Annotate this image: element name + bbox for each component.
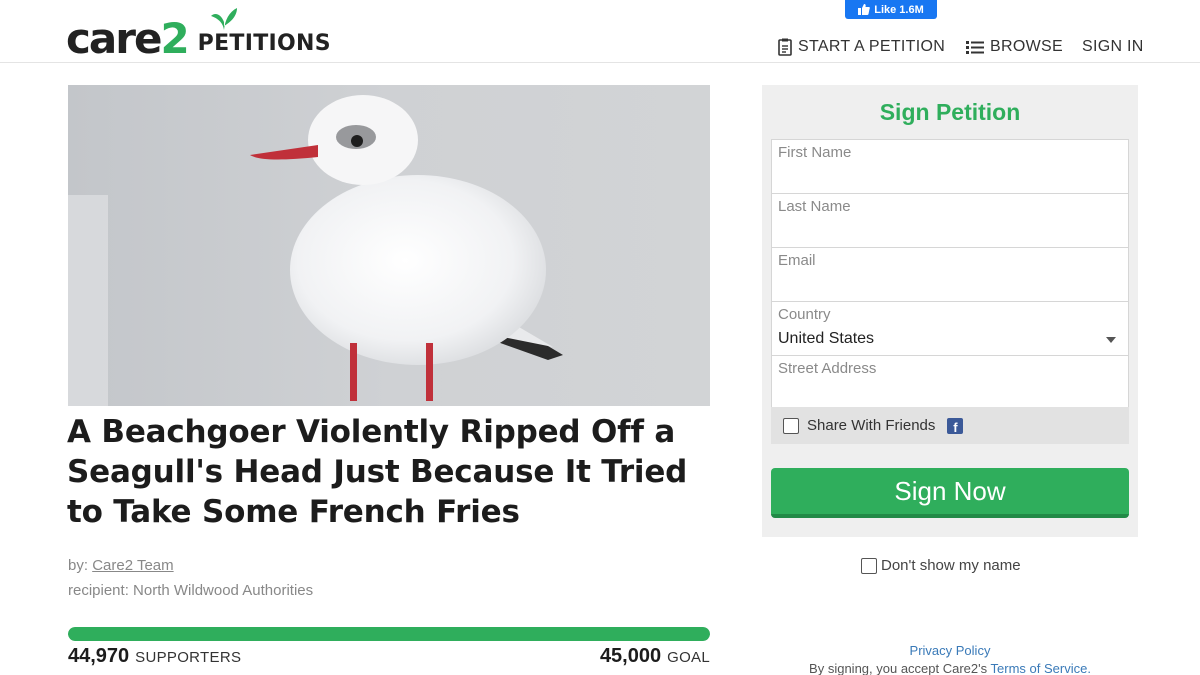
- author-link[interactable]: Care2 Team: [92, 557, 173, 574]
- nav-start-petition[interactable]: START A PETITION: [778, 38, 945, 56]
- email-field[interactable]: Email: [771, 247, 1129, 302]
- seagull-image: [68, 85, 710, 406]
- country-value: United States: [778, 330, 875, 347]
- petition-title: A Beachgoer Violently Ripped Off a Seagu…: [67, 414, 688, 530]
- share-with-friends-row: Share With Friends f: [771, 407, 1129, 444]
- share-with-friends-label: Share With Friends: [807, 417, 936, 434]
- nav-browse[interactable]: BROWSE: [966, 38, 1063, 56]
- nav-browse-label: BROWSE: [990, 38, 1063, 55]
- nav-signin-label: SIGN IN: [1082, 38, 1144, 55]
- first-name-field[interactable]: First Name: [771, 139, 1129, 194]
- terms-prefix: By signing, you accept Care2's: [809, 661, 991, 675]
- sign-petition-panel: Sign Petition First Name Last Name Email…: [762, 85, 1138, 537]
- facebook-icon: f: [947, 417, 964, 434]
- terms-notice: By signing, you accept Care2's Terms of …: [762, 661, 1138, 675]
- petition-recipient: recipient: North Wildwood Authorities: [68, 582, 314, 599]
- caret-down-icon: [1106, 337, 1116, 343]
- care2-logo[interactable]: care2 PETITIONS: [66, 4, 331, 60]
- sign-now-button[interactable]: Sign Now: [771, 468, 1129, 518]
- site-header: care2 PETITIONS Like 1.6M START A PETITI…: [0, 0, 1200, 63]
- street-address-field[interactable]: Street Address: [771, 355, 1129, 410]
- country-label: Country: [778, 306, 831, 323]
- leaf-icon: [211, 8, 237, 30]
- country-select[interactable]: Country United States: [771, 301, 1129, 356]
- dont-show-name-option[interactable]: Don't show my name: [861, 557, 1021, 574]
- byline-prefix: by:: [68, 557, 93, 574]
- list-icon: [966, 41, 984, 54]
- share-with-friends-checkbox[interactable]: [783, 417, 799, 434]
- street-address-placeholder: Street Address: [778, 360, 877, 377]
- nav-start-label: START A PETITION: [798, 38, 946, 55]
- last-name-placeholder: Last Name: [778, 198, 851, 215]
- last-name-field[interactable]: Last Name: [771, 193, 1129, 248]
- email-placeholder: Email: [778, 252, 816, 269]
- supporters-label: SUPPORTERS: [135, 649, 242, 666]
- petition-byline: by: Care2 Team: [68, 557, 174, 574]
- petition-hero-image: [68, 85, 710, 406]
- terms-of-service-link[interactable]: Terms of Service.: [991, 661, 1091, 675]
- supporters-number: 44,970: [68, 645, 130, 667]
- facebook-like-button[interactable]: Like 1.6M: [845, 0, 937, 19]
- goal-number: 45,000: [599, 645, 662, 667]
- logo-petitions-text: PETITIONS: [197, 31, 331, 56]
- nav-sign-in[interactable]: SIGN IN: [1082, 38, 1144, 56]
- clipboard-icon: [778, 38, 792, 56]
- goal-label: GOAL: [667, 649, 710, 666]
- supporters-count: 44,970 SUPPORTERS: [68, 645, 241, 668]
- privacy-policy-link[interactable]: Privacy Policy: [762, 643, 1138, 658]
- progress-fill: [68, 627, 710, 641]
- signature-progress-bar: [68, 627, 710, 641]
- logo-wordmark: care2: [66, 14, 190, 63]
- sign-petition-heading: Sign Petition: [879, 99, 1021, 125]
- thumbs-up-icon: [858, 4, 871, 15]
- goal-count: 45,000 GOAL: [600, 645, 710, 668]
- dont-show-name-checkbox[interactable]: [861, 557, 877, 574]
- dont-show-name-label: Don't show my name: [881, 557, 1021, 574]
- first-name-placeholder: First Name: [778, 144, 852, 161]
- facebook-like-label: Like 1.6M: [874, 3, 924, 16]
